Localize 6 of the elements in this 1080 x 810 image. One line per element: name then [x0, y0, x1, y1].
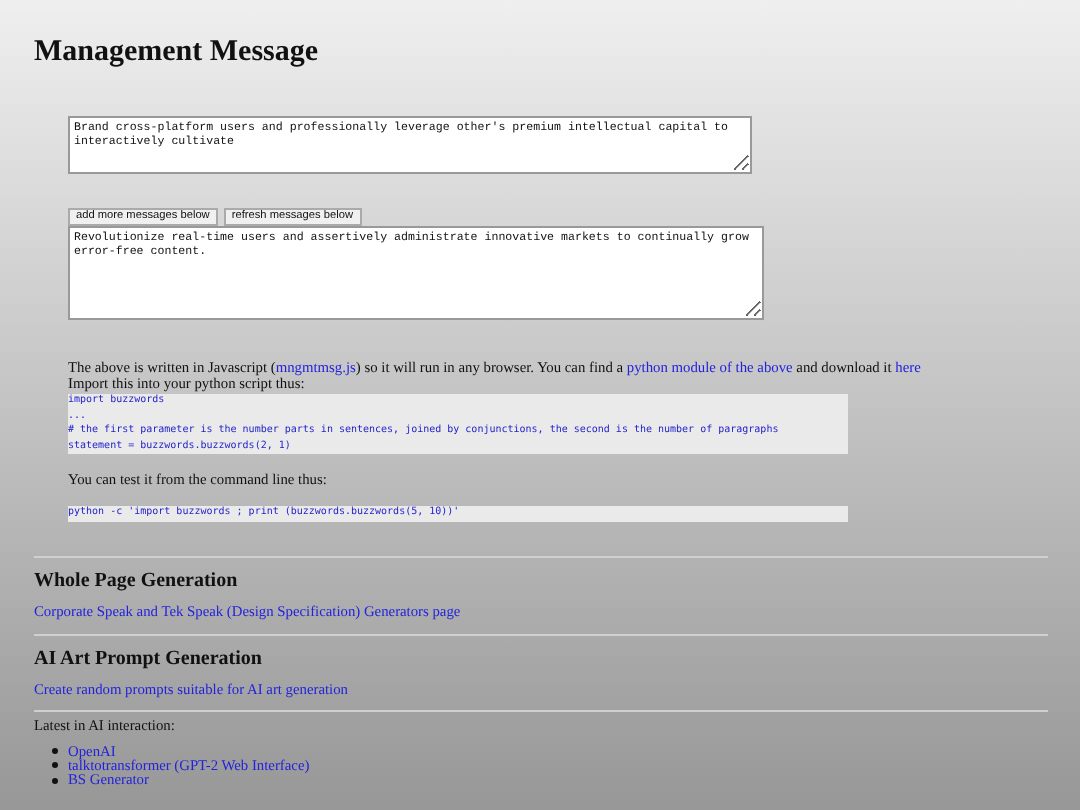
page-title: Management Message — [34, 36, 321, 68]
bullet-icon — [52, 762, 58, 769]
section-heading: Whole Page Generation — [34, 569, 240, 593]
bullet-icon — [52, 747, 58, 754]
section-heading: AI Art Prompt Generation — [34, 647, 264, 671]
bullet-icon — [52, 777, 58, 784]
